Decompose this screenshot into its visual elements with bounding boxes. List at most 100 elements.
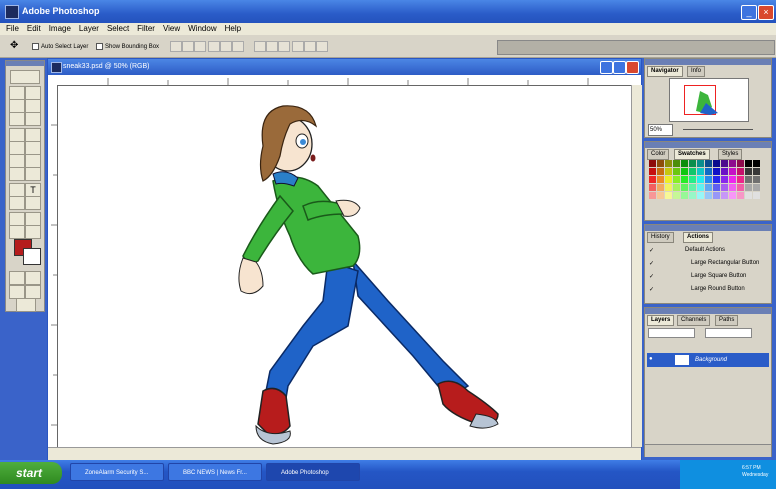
swatch[interactable] xyxy=(713,160,720,167)
swatch[interactable] xyxy=(705,160,712,167)
swatch[interactable] xyxy=(681,160,688,167)
swatch[interactable] xyxy=(753,160,760,167)
align-bottom-icon[interactable] xyxy=(194,41,206,52)
align-top-icon[interactable] xyxy=(170,41,182,52)
swatch[interactable] xyxy=(737,168,744,175)
type-tool-icon[interactable]: T xyxy=(25,183,41,197)
tab-navigator[interactable]: Navigator xyxy=(647,66,683,77)
doc-minimize-icon[interactable] xyxy=(600,61,613,74)
clock[interactable]: 6:57 PM Wednesday xyxy=(742,465,768,479)
swatch[interactable] xyxy=(753,176,760,183)
swatch[interactable] xyxy=(721,192,728,199)
tab-actions[interactable]: Actions xyxy=(683,232,714,243)
navigator-thumbnail[interactable] xyxy=(669,78,749,122)
swatch[interactable] xyxy=(689,168,696,175)
pen-tool-icon[interactable] xyxy=(9,196,25,210)
opacity-field[interactable] xyxy=(705,328,752,338)
healing-brush-tool-icon[interactable] xyxy=(9,128,25,142)
menu-help[interactable]: Help xyxy=(225,23,241,35)
swatch[interactable] xyxy=(689,160,696,167)
shape-tool-icon[interactable] xyxy=(25,196,41,210)
close-icon[interactable]: × xyxy=(758,5,774,20)
distribute-vcenter-icon[interactable] xyxy=(266,41,278,52)
background-color-swatch[interactable] xyxy=(23,248,41,265)
action-set-name[interactable]: Default Actions xyxy=(685,245,725,255)
swatch[interactable] xyxy=(753,192,760,199)
swatch[interactable] xyxy=(665,168,672,175)
horizontal-scrollbar[interactable] xyxy=(48,447,641,461)
auto-select-checkbox[interactable]: Auto Select Layer xyxy=(32,43,88,50)
swatch[interactable] xyxy=(713,184,720,191)
eye-icon[interactable]: ● xyxy=(649,356,656,363)
zoom-slider[interactable] xyxy=(683,129,753,130)
swatch[interactable] xyxy=(673,192,680,199)
dodge-tool-icon[interactable] xyxy=(25,167,41,181)
swatch[interactable] xyxy=(729,184,736,191)
swatch[interactable] xyxy=(673,184,680,191)
menu-window[interactable]: Window xyxy=(188,23,216,35)
swatch[interactable] xyxy=(737,160,744,167)
menu-file[interactable]: File xyxy=(6,23,19,35)
vertical-scrollbar[interactable] xyxy=(631,85,642,447)
blend-mode-select[interactable] xyxy=(648,328,695,338)
swatch[interactable] xyxy=(697,192,704,199)
swatch[interactable] xyxy=(737,176,744,183)
layer-row-background[interactable]: ● Background xyxy=(647,353,769,367)
taskbar-item-photoshop[interactable]: Adobe Photoshop xyxy=(266,463,360,481)
align-vcenter-icon[interactable] xyxy=(182,41,194,52)
quick-mask-mode-icon[interactable] xyxy=(25,271,41,285)
swatch[interactable] xyxy=(649,168,656,175)
history-brush-tool-icon[interactable] xyxy=(25,141,41,155)
start-button[interactable]: start xyxy=(0,462,62,484)
swatch[interactable] xyxy=(697,168,704,175)
swatch[interactable] xyxy=(681,184,688,191)
tab-color[interactable]: Color xyxy=(647,149,670,160)
doc-maximize-icon[interactable] xyxy=(613,61,626,74)
swatch[interactable] xyxy=(713,192,720,199)
swatch[interactable] xyxy=(689,176,696,183)
swatch[interactable] xyxy=(673,160,680,167)
eraser-tool-icon[interactable] xyxy=(9,154,25,168)
swatch[interactable] xyxy=(729,192,736,199)
tab-history[interactable]: History xyxy=(647,232,674,243)
distribute-right-icon[interactable] xyxy=(316,41,328,52)
swatch[interactable] xyxy=(665,184,672,191)
swatch[interactable] xyxy=(721,160,728,167)
swatch[interactable] xyxy=(649,192,656,199)
swatch[interactable] xyxy=(649,160,656,167)
swatch[interactable] xyxy=(649,176,656,183)
clone-stamp-tool-icon[interactable] xyxy=(9,141,25,155)
align-left-icon[interactable] xyxy=(208,41,220,52)
action-item[interactable]: Large Rectangular Button xyxy=(691,258,759,268)
action-item[interactable]: Large Round Button xyxy=(691,284,745,294)
crop-tool-icon[interactable] xyxy=(9,112,25,126)
move-tool-icon[interactable] xyxy=(25,86,41,100)
distribute-bottom-icon[interactable] xyxy=(278,41,290,52)
swatch[interactable] xyxy=(681,176,688,183)
swatch[interactable] xyxy=(729,176,736,183)
swatch[interactable] xyxy=(745,176,752,183)
swatch[interactable] xyxy=(665,176,672,183)
swatch[interactable] xyxy=(657,192,664,199)
swatch[interactable] xyxy=(657,176,664,183)
swatch[interactable] xyxy=(737,192,744,199)
lasso-tool-icon[interactable] xyxy=(9,99,25,113)
tab-channels[interactable]: Channels xyxy=(677,315,711,326)
swatch[interactable] xyxy=(665,160,672,167)
distribute-top-icon[interactable] xyxy=(254,41,266,52)
menu-layer[interactable]: Layer xyxy=(79,23,99,35)
swatch[interactable] xyxy=(745,168,752,175)
swatch[interactable] xyxy=(753,168,760,175)
swatch[interactable] xyxy=(705,184,712,191)
swatch[interactable] xyxy=(665,192,672,199)
menu-edit[interactable]: Edit xyxy=(27,23,41,35)
swatch[interactable] xyxy=(745,184,752,191)
swatch[interactable] xyxy=(753,184,760,191)
swatch[interactable] xyxy=(681,192,688,199)
zoom-tool-icon[interactable] xyxy=(25,225,41,239)
swatch[interactable] xyxy=(737,184,744,191)
blur-tool-icon[interactable] xyxy=(9,167,25,181)
tab-swatches[interactable]: Swatches xyxy=(674,149,710,160)
canvas[interactable] xyxy=(58,86,631,446)
eyedropper-tool-icon[interactable] xyxy=(25,212,41,226)
